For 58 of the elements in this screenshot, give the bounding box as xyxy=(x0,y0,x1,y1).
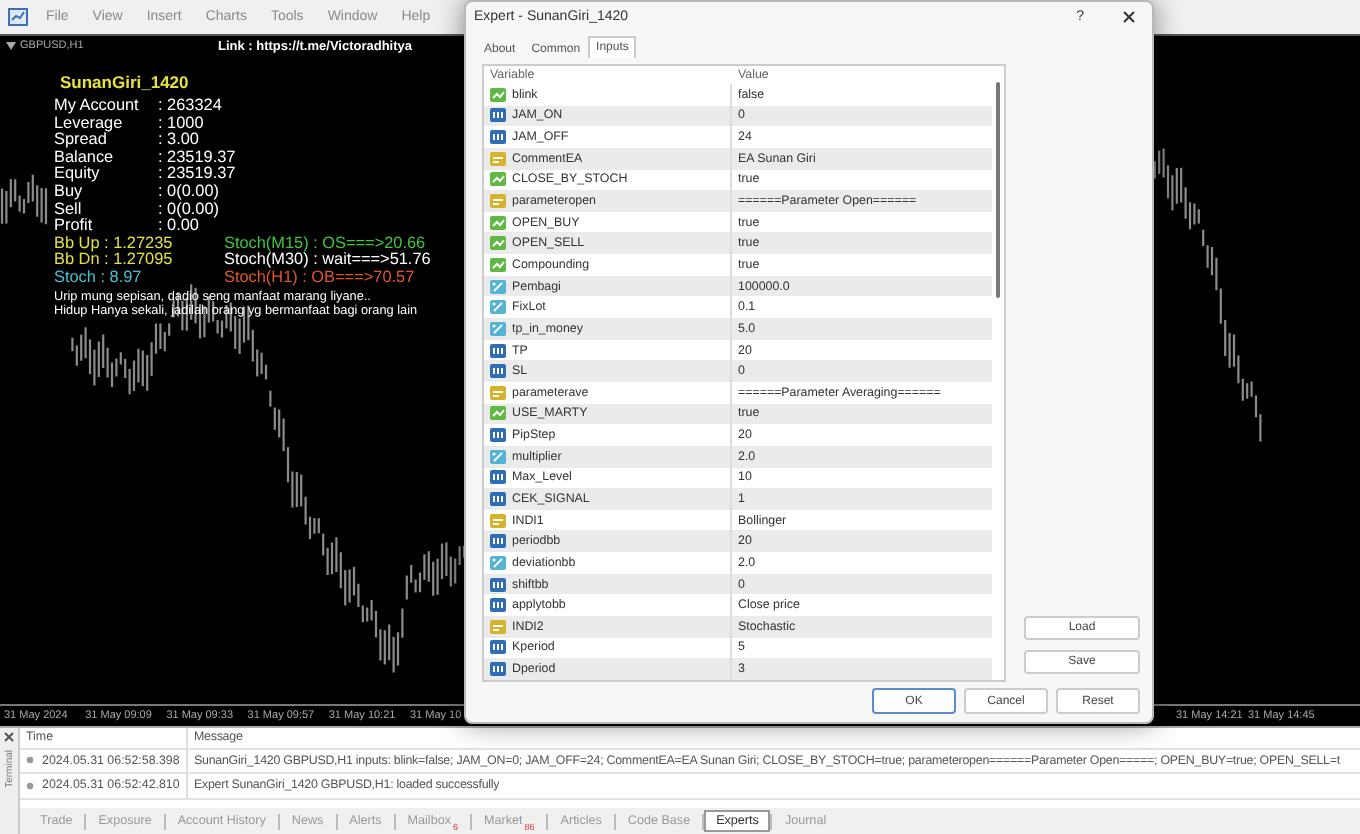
integer-type-icon xyxy=(490,364,506,379)
stat-value: : 263324 xyxy=(158,98,224,116)
text-type-icon xyxy=(490,151,506,166)
indicator-reading: Stoch(H1) : OB===>70.57 xyxy=(224,269,417,288)
stat-value: : 23519.37 xyxy=(158,149,236,166)
integer-type-icon xyxy=(490,640,506,655)
decimal-type-icon xyxy=(490,279,506,294)
stat-label: Equity xyxy=(54,166,102,184)
stat-label: Leverage xyxy=(54,115,125,132)
decimal-type-icon xyxy=(490,321,506,336)
indicator-reading: Bb Dn : 1.27095 xyxy=(54,252,175,270)
stat-label: Profit xyxy=(54,218,95,236)
close-icon xyxy=(4,732,14,742)
integer-type-icon xyxy=(490,491,506,506)
integer-type-icon xyxy=(490,598,506,613)
text-type-icon xyxy=(490,194,506,209)
integer-type-icon xyxy=(490,534,506,549)
stat-label: Spread xyxy=(54,132,107,150)
stat-value: : 3.00 xyxy=(158,132,201,150)
log-dot-icon xyxy=(26,781,34,790)
stat-label: Sell xyxy=(54,201,84,218)
text-type-icon xyxy=(490,385,506,400)
ea-name: SunanGiri_1420 xyxy=(60,72,189,94)
indicator-reading: Stoch(M30) : wait===>51.76 xyxy=(224,252,431,270)
decimal-type-icon xyxy=(490,300,506,315)
boolean-type-icon xyxy=(490,215,506,230)
decimal-type-icon xyxy=(490,449,506,464)
close-button[interactable] xyxy=(4,732,14,742)
integer-type-icon xyxy=(490,108,506,123)
stat-value: : 1000 xyxy=(158,115,206,132)
boolean-type-icon xyxy=(490,257,506,272)
boolean-type-icon xyxy=(490,172,506,187)
stat-label: Balance xyxy=(54,149,116,166)
close-icon xyxy=(1122,10,1136,25)
dropdown-arrow-icon xyxy=(6,42,16,50)
app-icon xyxy=(8,8,28,26)
integer-type-icon xyxy=(490,343,506,357)
boolean-type-icon xyxy=(490,236,506,251)
indicator-reading: Bb Up : 1.27235 xyxy=(54,235,175,252)
stat-value: : 23519.37 xyxy=(158,166,236,184)
integer-type-icon xyxy=(490,130,506,145)
stat-label: My Account xyxy=(54,98,141,116)
stat-value: : 0.00 xyxy=(158,218,199,236)
integer-type-icon xyxy=(490,577,506,592)
text-type-icon xyxy=(490,619,506,634)
integer-type-icon xyxy=(490,470,506,485)
indicator-reading: Stoch(M15) : OS===>20.66 xyxy=(224,235,428,252)
stat-value: : 0(0.00) xyxy=(158,183,221,202)
stat-value: : 0(0.00) xyxy=(158,201,221,218)
stat-label: Buy xyxy=(54,183,83,202)
log-dot-icon xyxy=(26,756,34,765)
boolean-type-icon xyxy=(490,406,506,421)
indicator-reading: Stoch : 8.97 xyxy=(54,269,144,288)
decimal-type-icon xyxy=(490,555,506,570)
boolean-type-icon xyxy=(490,87,506,102)
integer-type-icon xyxy=(490,428,506,443)
integer-type-icon xyxy=(490,662,506,677)
text-type-icon xyxy=(490,513,506,528)
